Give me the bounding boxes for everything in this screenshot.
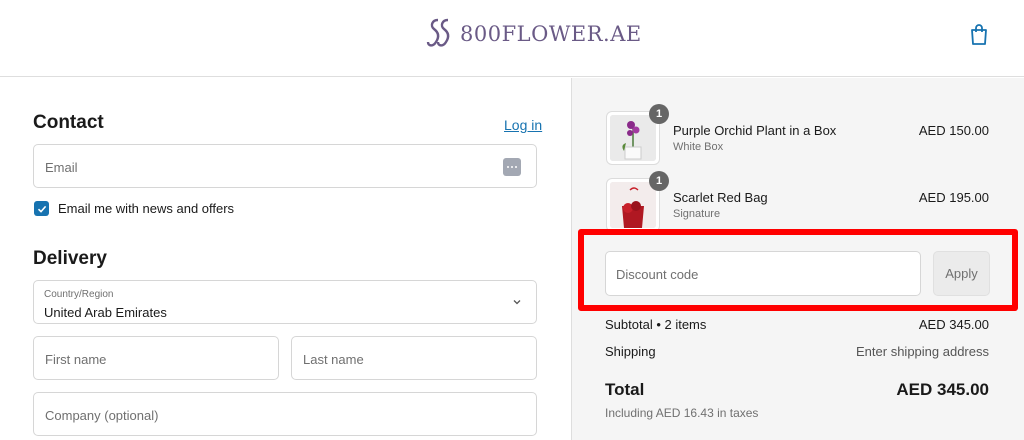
newsletter-checkbox[interactable] <box>34 201 49 216</box>
last-name-input[interactable]: Last name <box>291 336 537 380</box>
shipping-label: Shipping <box>605 344 656 359</box>
product-thumbnail: 1 <box>606 171 669 232</box>
company-placeholder: Company (optional) <box>45 408 159 423</box>
subtotal-label: Subtotal • 2 items <box>605 317 707 332</box>
email-field[interactable]: Email <box>33 144 537 188</box>
newsletter-label: Email me with news and offers <box>58 201 235 216</box>
item-price: AED 195.00 <box>918 190 989 205</box>
chevron-down-icon <box>513 300 521 305</box>
brand-logo[interactable]: 800FLOWER.AE <box>424 16 642 52</box>
country-value: United Arab Emirates <box>44 305 167 320</box>
total-label: Total <box>605 380 645 399</box>
item-price: AED 150.00 <box>918 123 989 138</box>
login-link[interactable]: Log in <box>504 117 542 133</box>
discount-highlight-box <box>578 229 1018 311</box>
shipping-value: Enter shipping address <box>856 344 989 359</box>
order-summary: 1 Purple Orchid Plant in a Box White Box… <box>571 78 1024 440</box>
last-name-placeholder: Last name <box>303 352 364 367</box>
checkout-form: Contact Log in Email Email me with news … <box>0 78 571 440</box>
total-value: AED 345.00 <box>896 380 989 399</box>
checkmark-icon <box>37 205 46 213</box>
delivery-title: Delivery <box>33 248 107 269</box>
red-bag-product-image <box>610 182 656 228</box>
item-variant: White Box <box>673 141 724 153</box>
contact-title: Contact <box>33 112 104 133</box>
brand-monogram-icon <box>426 18 450 47</box>
first-name-input[interactable]: First name <box>33 336 279 380</box>
subtotal-value: AED 345.00 <box>918 317 989 332</box>
first-name-placeholder: First name <box>45 352 107 367</box>
tax-note: Including AED 16.43 in taxes <box>605 406 759 420</box>
brand-name: 800FLOWER.AE <box>460 22 642 46</box>
item-variant: Signature <box>673 208 721 220</box>
cart-bag-icon[interactable] <box>968 22 990 46</box>
password-manager-icon[interactable] <box>503 158 521 176</box>
item-name: Scarlet Red Bag <box>673 190 768 205</box>
header: 800FLOWER.AE <box>0 0 1024 77</box>
item-name: Purple Orchid Plant in a Box <box>673 123 837 138</box>
company-input[interactable]: Company (optional) <box>33 392 537 436</box>
email-placeholder: Email <box>45 160 78 175</box>
orchid-product-image <box>610 115 656 161</box>
country-label: Country/Region <box>44 289 114 300</box>
newsletter-row[interactable]: Email me with news and offers <box>34 201 234 216</box>
product-thumbnail: 1 <box>606 104 669 165</box>
quantity-badge: 1 <box>649 171 669 191</box>
quantity-badge: 1 <box>649 104 669 124</box>
country-select[interactable]: Country/Region United Arab Emirates <box>33 280 537 324</box>
